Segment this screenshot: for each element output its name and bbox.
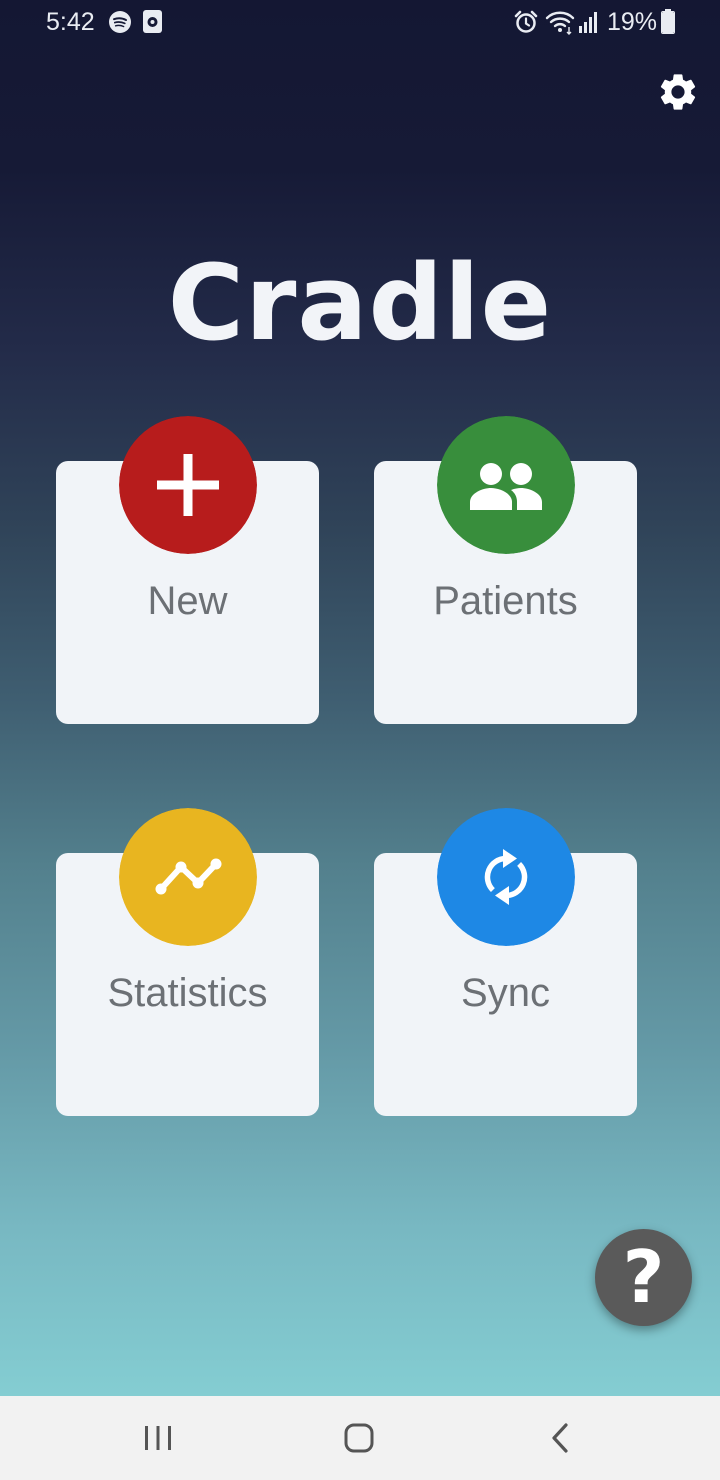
plus-icon[interactable]	[119, 416, 257, 554]
home-screen: 5:42 19% Cradle New Patients Statistics …	[0, 0, 720, 1396]
wifi-icon	[545, 11, 575, 35]
app-title: Cradle	[167, 242, 553, 364]
home-icon[interactable]	[335, 1414, 383, 1462]
help-icon: ?	[622, 1235, 665, 1319]
battery-percent: 19%	[607, 8, 658, 36]
statistics-tile-label: Statistics	[107, 971, 268, 1015]
spotify-icon	[109, 11, 131, 33]
signal-icon	[579, 12, 597, 33]
patients-tile-label: Patients	[433, 579, 578, 623]
sync-tile-label: Sync	[461, 971, 550, 1015]
back-icon[interactable]	[537, 1414, 585, 1462]
trend-line-icon[interactable]	[119, 808, 257, 946]
navigation-bar	[0, 1396, 720, 1480]
screen-record-icon	[143, 10, 162, 33]
recent-apps-icon[interactable]	[134, 1414, 182, 1462]
battery-icon	[661, 9, 675, 34]
new-tile-label: New	[147, 579, 228, 623]
status-time: 5:42	[46, 8, 95, 36]
alarm-icon	[514, 10, 538, 33]
people-icon[interactable]	[437, 416, 575, 554]
help-button[interactable]: ?	[595, 1229, 692, 1326]
gear-icon[interactable]	[656, 70, 700, 114]
status-bar: 5:42 19%	[0, 0, 720, 44]
sync-icon[interactable]	[437, 808, 575, 946]
